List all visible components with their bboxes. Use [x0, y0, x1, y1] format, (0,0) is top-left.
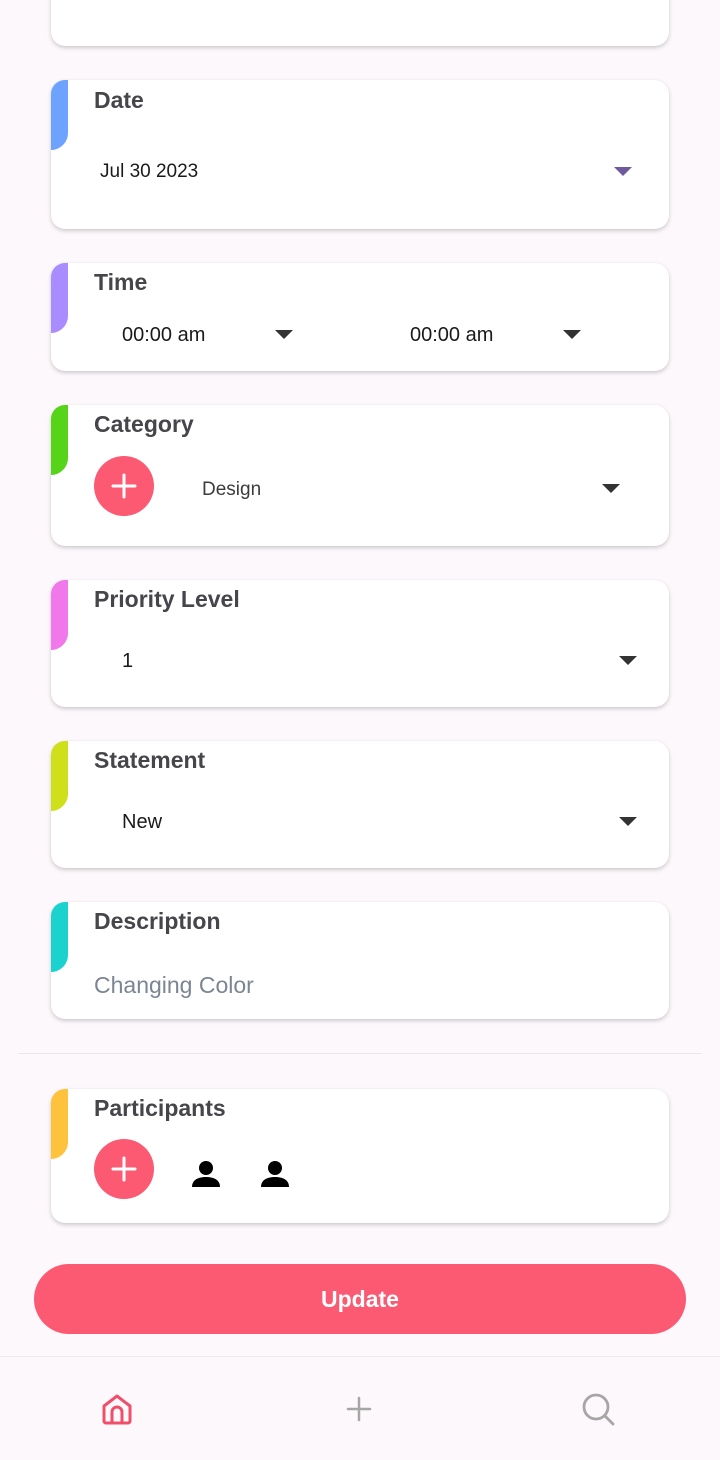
- participants-card: Participants: [51, 1089, 669, 1223]
- priority-title: Priority Level: [94, 586, 240, 612]
- statement-value: New: [122, 811, 163, 833]
- search-icon[interactable]: [580, 1391, 616, 1427]
- category-dropdown[interactable]: Design: [191, 471, 631, 507]
- plus-icon: [111, 473, 137, 499]
- description-title: Description: [94, 908, 221, 934]
- description-input[interactable]: Changing Color: [94, 972, 634, 999]
- date-dropdown[interactable]: Jul 30 2023: [91, 150, 632, 194]
- time-accent: [51, 263, 68, 333]
- start-time-dropdown[interactable]: 00:00 am: [111, 318, 301, 354]
- update-button[interactable]: Update: [34, 1264, 686, 1334]
- priority-dropdown[interactable]: 1: [111, 644, 651, 680]
- start-time-value: 00:00 am: [122, 324, 206, 346]
- date-title: Date: [94, 87, 144, 113]
- chevron-down-icon: [619, 656, 637, 665]
- end-time-dropdown[interactable]: 00:00 am: [399, 318, 589, 354]
- person-icon[interactable]: [191, 1159, 221, 1189]
- priority-card: Priority Level 1: [51, 580, 669, 707]
- description-card: Description Changing Color: [51, 902, 669, 1019]
- bottom-nav: [0, 1356, 720, 1460]
- priority-accent: [51, 580, 68, 650]
- description-accent: [51, 902, 68, 972]
- participants-accent: [51, 1089, 68, 1159]
- statement-card: Statement New: [51, 741, 669, 868]
- chevron-down-icon: [275, 330, 293, 339]
- participants-title: Participants: [94, 1095, 226, 1121]
- plus-icon: [111, 1156, 137, 1182]
- category-card: Category Design: [51, 405, 669, 546]
- home-icon[interactable]: [100, 1392, 134, 1426]
- date-accent: [51, 80, 68, 150]
- plus-icon[interactable]: [345, 1395, 373, 1423]
- top-card-partial: [51, 0, 669, 46]
- time-card: Time 00:00 am 00:00 am: [51, 263, 669, 371]
- category-accent: [51, 405, 68, 475]
- chevron-down-icon: [614, 167, 632, 176]
- person-icon[interactable]: [260, 1159, 290, 1189]
- add-participant-button[interactable]: [94, 1139, 154, 1199]
- date-value: Jul 30 2023: [100, 161, 199, 182]
- date-card: Date Jul 30 2023: [51, 80, 669, 229]
- chevron-down-icon: [619, 817, 637, 826]
- section-divider: [18, 1053, 702, 1054]
- priority-value: 1: [122, 650, 134, 672]
- statement-dropdown[interactable]: New: [111, 805, 651, 841]
- statement-accent: [51, 741, 68, 811]
- category-value: Design: [202, 479, 262, 500]
- statement-title: Statement: [94, 747, 206, 773]
- end-time-value: 00:00 am: [410, 324, 494, 346]
- category-title: Category: [94, 411, 194, 437]
- chevron-down-icon: [563, 330, 581, 339]
- add-category-button[interactable]: [94, 456, 154, 516]
- chevron-down-icon: [602, 484, 620, 493]
- time-title: Time: [94, 269, 148, 295]
